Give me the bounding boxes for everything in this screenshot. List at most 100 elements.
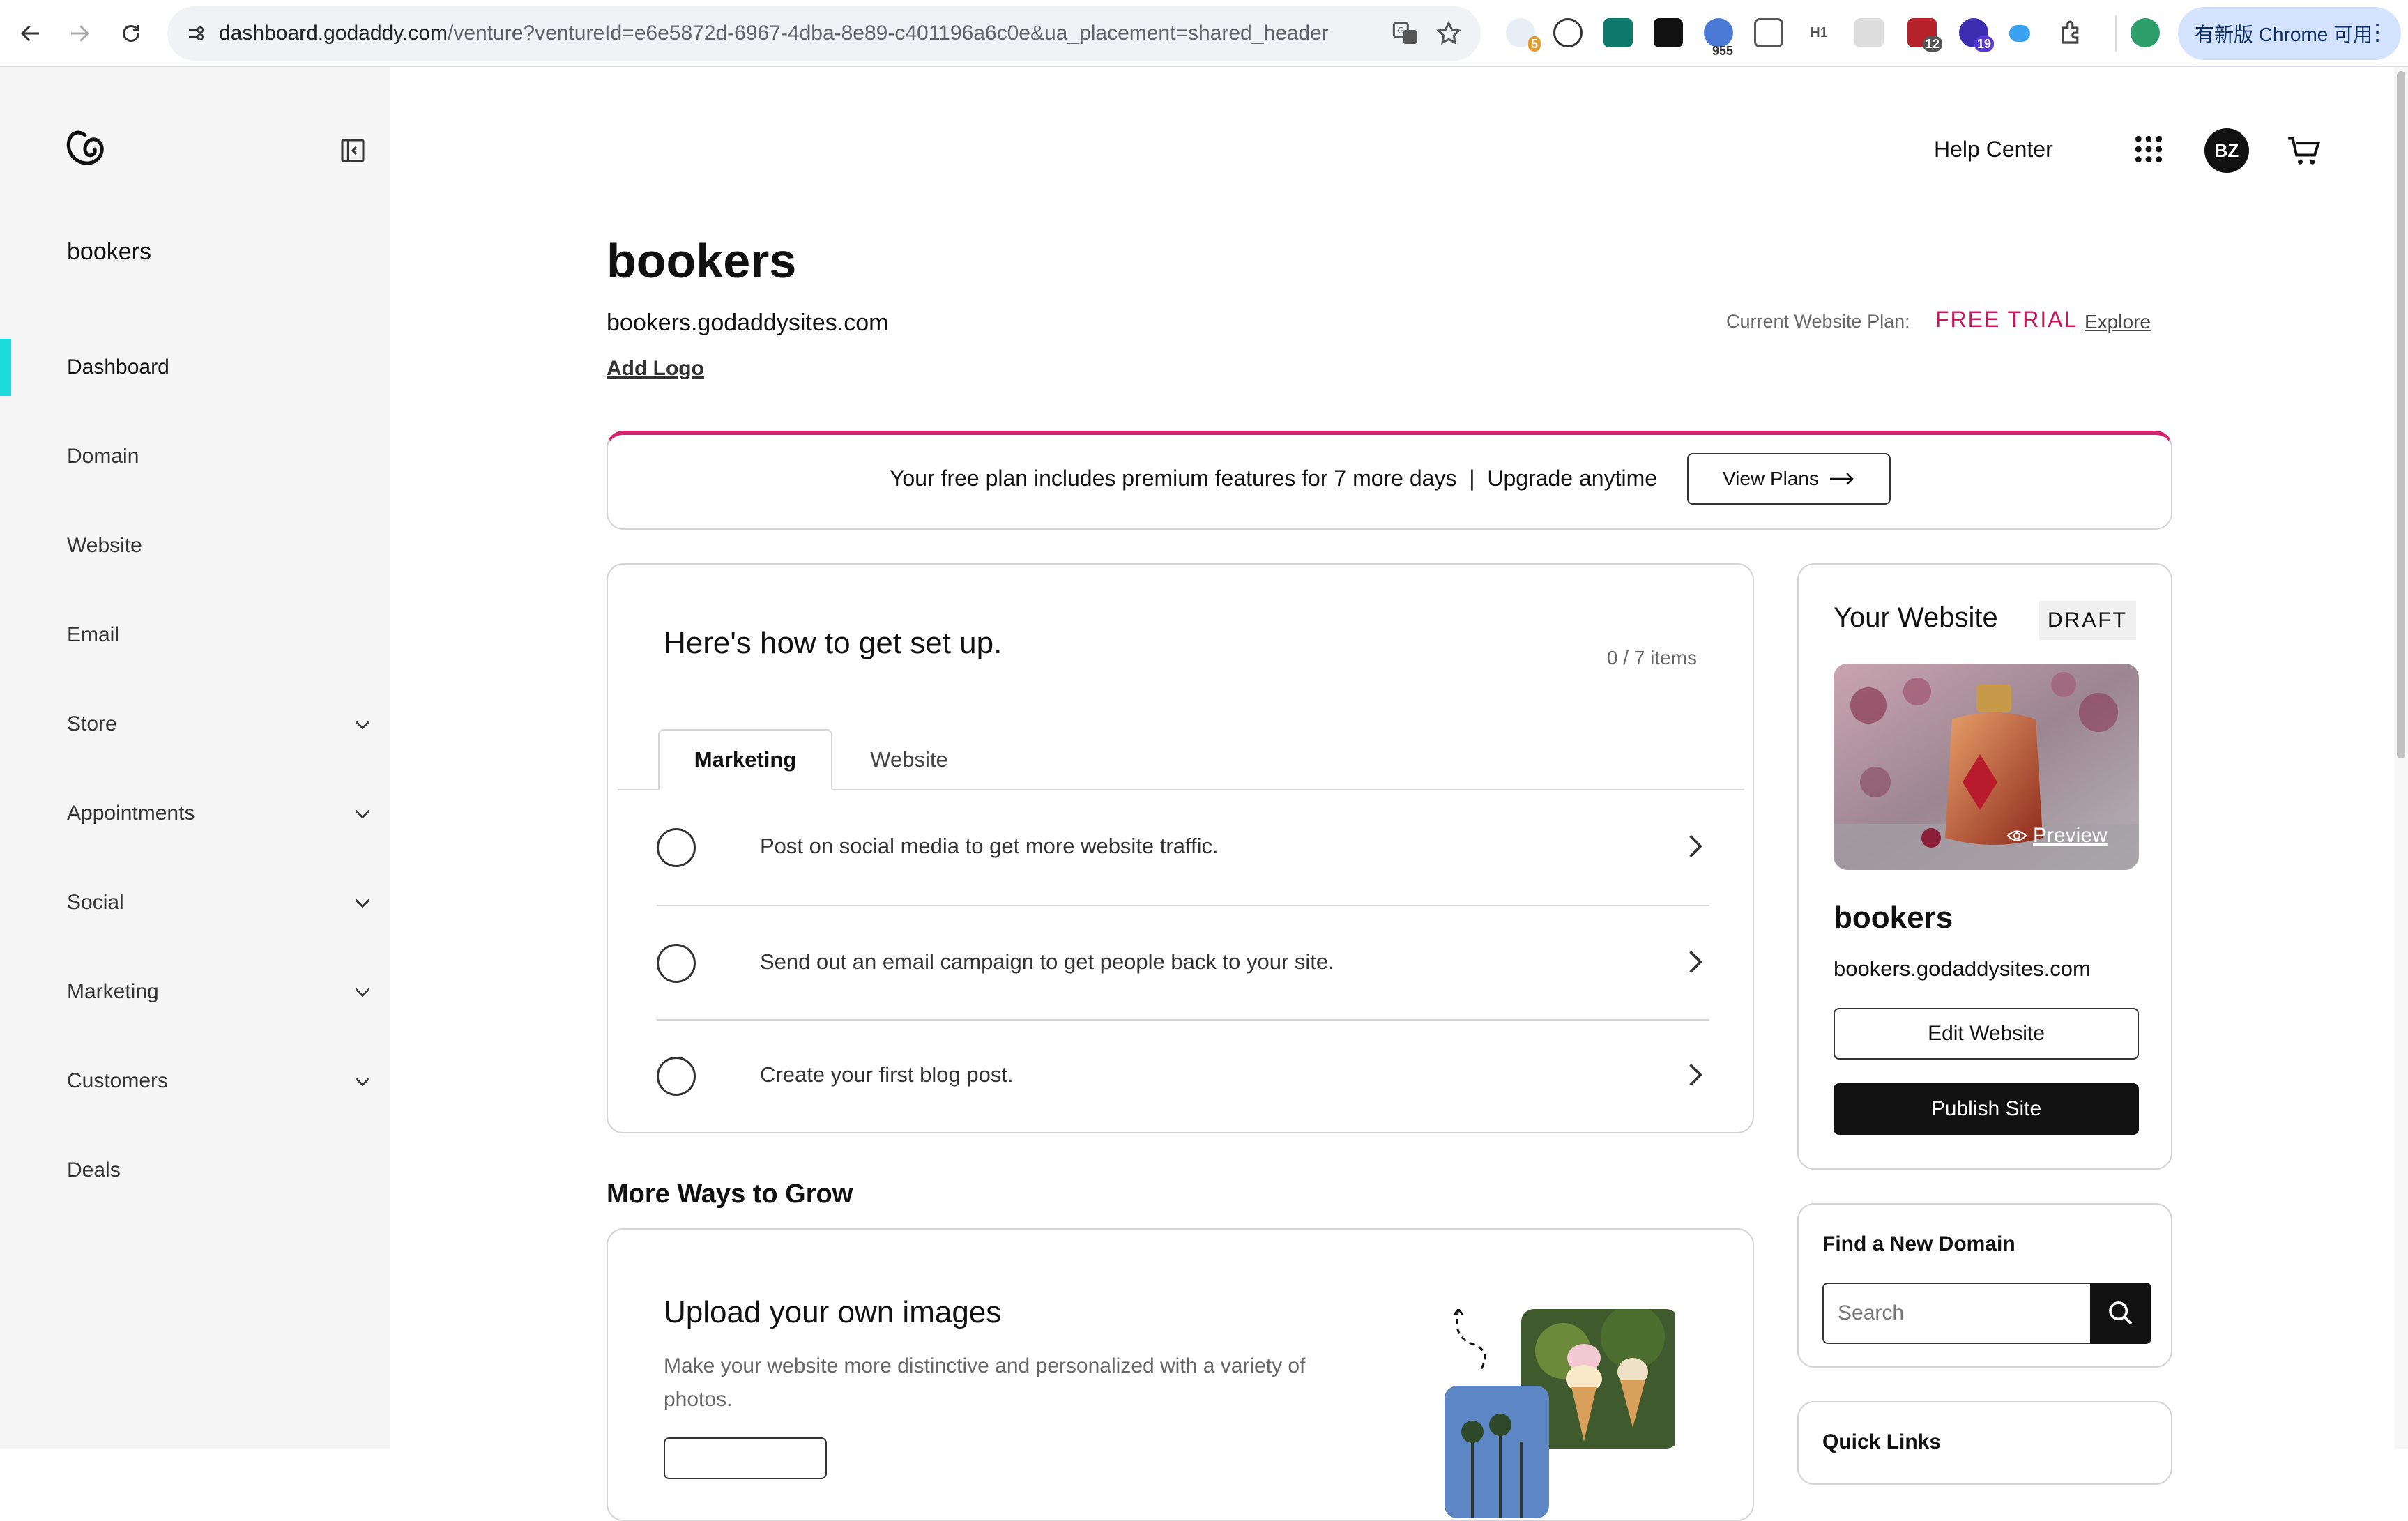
chevron-right-icon xyxy=(1689,835,1702,857)
sidebar-item-label: Social xyxy=(67,891,124,914)
chrome-update-button[interactable]: 有新版 Chrome 可用 ⋮ xyxy=(2178,7,2401,60)
arrow-right-icon xyxy=(71,25,90,42)
extension-icon[interactable]: 19 xyxy=(1959,18,1994,52)
arrow-left-icon xyxy=(20,25,39,42)
grow-card-button[interactable] xyxy=(664,1437,827,1479)
tab-marketing[interactable]: Marketing xyxy=(658,729,832,790)
extension-icon[interactable]: 5 xyxy=(1506,18,1541,52)
reload-button[interactable] xyxy=(114,17,148,50)
extension-icon[interactable] xyxy=(1854,18,1884,47)
chevron-down-icon xyxy=(355,810,370,819)
chevron-down-icon xyxy=(355,1078,370,1087)
setup-title: Here's how to get set up. xyxy=(664,626,1003,660)
update-label: 有新版 Chrome 可用 xyxy=(2195,24,2373,45)
venture-name: bookers xyxy=(67,238,151,265)
extension-icon[interactable] xyxy=(1754,18,1783,47)
browser-toolbar: dashboard.godaddy.com/venture?ventureId=… xyxy=(0,0,2408,67)
extension-icon[interactable]: 12 xyxy=(1907,18,1942,52)
quick-links-title: Quick Links xyxy=(1822,1430,1942,1453)
cloud-extension-icon[interactable] xyxy=(2009,25,2030,42)
chevron-right-icon xyxy=(1689,1064,1702,1086)
reload-icon xyxy=(123,25,139,42)
setup-card: Here's how to get set up. 0 / 7 items Ma… xyxy=(607,563,1754,1133)
chevron-down-icon xyxy=(355,721,370,730)
forward-button[interactable] xyxy=(63,17,96,50)
back-button[interactable] xyxy=(14,17,47,50)
scrollbar-thumb[interactable] xyxy=(2397,71,2405,758)
sidebar-item-appointments[interactable]: Appointments xyxy=(67,793,374,834)
site-info-icon[interactable] xyxy=(178,16,213,51)
sidebar-item-email[interactable]: Email xyxy=(67,614,374,656)
task-text: Create your first blog post. xyxy=(760,1062,1014,1087)
sidebar-item-website[interactable]: Website xyxy=(67,525,374,567)
plan-label: Current Website Plan: xyxy=(1726,311,1910,332)
translate-icon[interactable]: G xyxy=(1392,20,1419,47)
page-scrollbar[interactable] xyxy=(2394,67,2408,1449)
setup-progress-count: 0 / 7 items xyxy=(1606,647,1697,668)
eye-icon xyxy=(2006,830,2027,841)
more-menu-icon[interactable]: ⋮ xyxy=(2366,20,2388,45)
chevron-right-icon xyxy=(1689,951,1702,973)
bookmark-star-icon[interactable] xyxy=(1435,20,1463,47)
address-bar[interactable]: dashboard.godaddy.com/venture?ventureId=… xyxy=(167,6,1481,61)
task-checkbox[interactable] xyxy=(657,1057,696,1096)
add-logo-link[interactable]: Add Logo xyxy=(607,357,704,381)
chevron-down-icon xyxy=(355,899,370,908)
profile-icon[interactable] xyxy=(2131,18,2160,47)
view-plans-button[interactable]: View Plans xyxy=(1687,453,1891,505)
apps-grid-icon[interactable] xyxy=(2133,134,2164,165)
arrow-right-icon xyxy=(1830,473,1854,485)
extension-icon[interactable] xyxy=(1603,18,1633,47)
your-website-card: Your Website DRAFT Preview bookers booke… xyxy=(1797,563,2172,1170)
website-url: bookers.godaddysites.com xyxy=(1834,956,2091,981)
cart-icon[interactable] xyxy=(2287,132,2323,169)
extension-icon[interactable]: H1 xyxy=(1804,18,1834,47)
extensions-puzzle-icon[interactable] xyxy=(2057,18,2086,47)
website-name: bookers xyxy=(1834,901,1953,935)
plan-badge: FREE TRIAL xyxy=(1935,307,2078,332)
sidebar-item-deals[interactable]: Deals xyxy=(67,1149,374,1191)
task-checkbox[interactable] xyxy=(657,944,696,983)
site-url: bookers.godaddysites.com xyxy=(607,309,889,336)
extension-badge: 12 xyxy=(1922,36,1942,52)
sidebar-item-store[interactable]: Store xyxy=(67,703,374,745)
collapse-sidebar-icon[interactable] xyxy=(339,137,367,165)
grow-card-title: Upload your own images xyxy=(664,1295,1002,1329)
task-item[interactable]: Send out an email campaign to get people… xyxy=(657,906,1709,1019)
extension-icon[interactable] xyxy=(1553,18,1583,47)
sidebar-item-marketing[interactable]: Marketing xyxy=(67,971,374,1013)
tab-website[interactable]: Website xyxy=(832,729,986,790)
grow-card: Upload your own images Make your website… xyxy=(607,1228,1754,1521)
website-thumbnail[interactable]: Preview xyxy=(1834,664,2139,870)
edit-website-button[interactable]: Edit Website xyxy=(1834,1008,2139,1060)
domain-search-button[interactable] xyxy=(2090,1283,2151,1344)
task-item[interactable]: Create your first blog post. xyxy=(657,1019,1709,1132)
sidebar-item-label: Dashboard xyxy=(67,356,169,379)
your-website-title: Your Website xyxy=(1834,602,1998,633)
banner-text: Your free plan includes premium features… xyxy=(890,466,1658,491)
chevron-down-icon xyxy=(355,988,370,998)
task-item[interactable]: Post on social media to get more website… xyxy=(657,790,1709,903)
sidebar-item-label: Email xyxy=(67,623,120,646)
sidebar-item-customers[interactable]: Customers xyxy=(67,1060,374,1102)
explore-plans-link[interactable]: Explore xyxy=(2085,311,2151,333)
domain-search-input[interactable] xyxy=(1822,1283,2091,1344)
toolbar-divider xyxy=(2115,15,2117,52)
extension-icon[interactable] xyxy=(1654,18,1683,47)
status-badge: DRAFT xyxy=(2039,601,2136,640)
sidebar-item-label: Appointments xyxy=(67,802,195,825)
find-domain-card: Find a New Domain xyxy=(1797,1203,2172,1368)
publish-site-button[interactable]: Publish Site xyxy=(1834,1083,2139,1135)
sidebar-item-dashboard[interactable]: Dashboard xyxy=(67,346,374,388)
view-plans-label: View Plans xyxy=(1722,468,1819,489)
search-icon xyxy=(2109,1301,2133,1325)
avatar[interactable]: BZ xyxy=(2204,128,2249,173)
sidebar-item-domain[interactable]: Domain xyxy=(67,436,374,477)
sidebar-item-social[interactable]: Social xyxy=(67,882,374,924)
help-center-link[interactable]: Help Center xyxy=(1934,137,2053,162)
sidebar-item-label: Deals xyxy=(67,1159,121,1182)
godaddy-logo[interactable] xyxy=(64,128,106,170)
preview-link[interactable]: Preview xyxy=(2006,824,2108,848)
extension-icon[interactable]: 955 xyxy=(1704,18,1733,58)
task-checkbox[interactable] xyxy=(657,828,696,867)
